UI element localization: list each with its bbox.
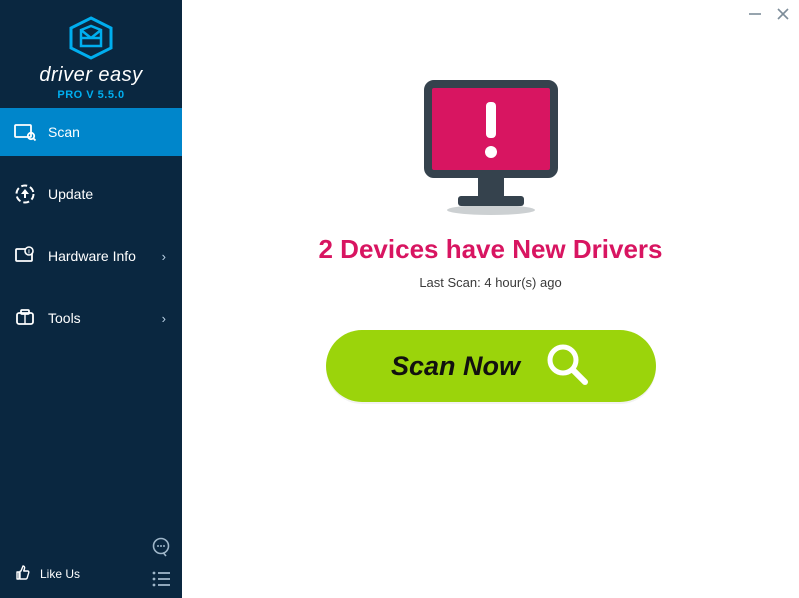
sidebar-bottom: Like Us (0, 550, 182, 598)
version-label: PRO V 5.5.0 (57, 89, 124, 101)
sidebar-item-tools[interactable]: Tools › (0, 294, 182, 342)
update-icon (14, 183, 36, 205)
menu-icon[interactable] (150, 568, 172, 590)
logo-text: driver easy (39, 64, 142, 87)
sidebar-item-update[interactable]: Update (0, 170, 182, 218)
like-us-button[interactable]: Like Us (0, 564, 80, 585)
sidebar-item-hardware-info[interactable]: i Hardware Info › (0, 232, 182, 280)
scan-now-label: Scan Now (391, 351, 520, 382)
sidebar-item-scan[interactable]: Scan (0, 108, 182, 156)
sidebar-item-label: Scan (48, 124, 80, 140)
feedback-icon[interactable] (150, 536, 172, 558)
sidebar: driver easy PRO V 5.5.0 Scan Update i (0, 0, 182, 598)
alert-monitor-icon (418, 78, 564, 218)
logo-area: driver easy PRO V 5.5.0 (0, 0, 182, 108)
close-button[interactable] (775, 6, 791, 22)
headline: 2 Devices have New Drivers (319, 234, 663, 265)
hardware-info-icon: i (14, 245, 36, 267)
bottom-icons (150, 536, 172, 590)
magnifier-icon (544, 341, 590, 392)
sidebar-item-label: Update (48, 186, 93, 202)
main-panel: 2 Devices have New Drivers Last Scan: 4 … (182, 0, 799, 598)
content: 2 Devices have New Drivers Last Scan: 4 … (182, 0, 799, 402)
thumbs-up-icon (14, 564, 32, 585)
scan-now-button[interactable]: Scan Now (326, 330, 656, 402)
sidebar-item-label: Hardware Info (48, 248, 136, 264)
chevron-right-icon: › (162, 249, 166, 264)
sidebar-item-label: Tools (48, 310, 81, 326)
nav: Scan Update i Hardware Info › Tools (0, 108, 182, 356)
chevron-right-icon: › (162, 311, 166, 326)
scan-icon (14, 121, 36, 143)
last-scan-text: Last Scan: 4 hour(s) ago (419, 275, 561, 290)
window-controls (747, 6, 791, 22)
like-us-label: Like Us (40, 567, 80, 581)
tools-icon (14, 307, 36, 329)
app-window: driver easy PRO V 5.5.0 Scan Update i (0, 0, 799, 598)
logo-icon (67, 16, 115, 60)
minimize-button[interactable] (747, 6, 763, 22)
